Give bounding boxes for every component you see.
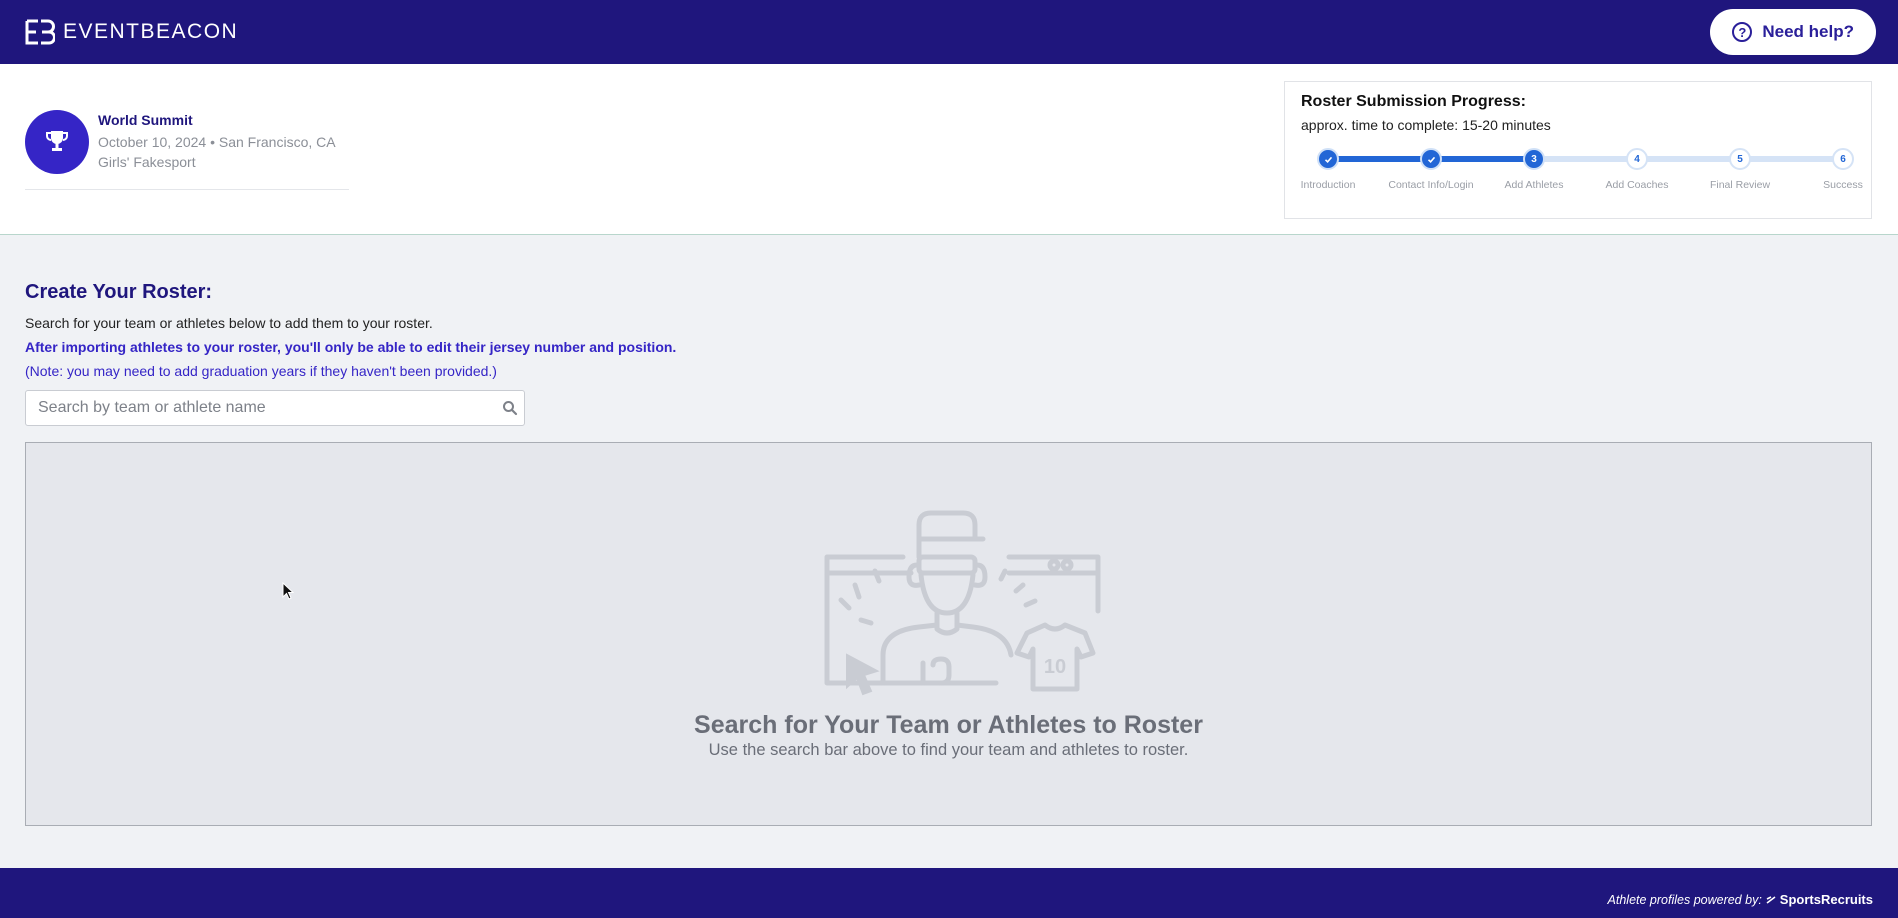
eventbeacon-logo-icon: [25, 19, 55, 45]
trophy-icon: [25, 110, 89, 174]
need-help-button[interactable]: ? Need help?: [1710, 9, 1876, 55]
progress-step-1: [1317, 148, 1339, 170]
search-input[interactable]: [26, 391, 524, 425]
roster-note: (Note: you may need to add graduation ye…: [25, 363, 497, 379]
partner-brand[interactable]: SportsRecruits: [1780, 892, 1873, 907]
progress-step-4: 4: [1626, 148, 1648, 170]
progress-step-5: 5: [1729, 148, 1751, 170]
search-box: [25, 390, 525, 426]
checkmark-icon: [1427, 156, 1435, 163]
event-name: World Summit: [98, 112, 193, 128]
progress-step-3: 3: [1523, 148, 1545, 170]
brand-logo[interactable]: EVENTBEACON: [25, 19, 238, 45]
progress-step-label: Add Athletes: [1504, 179, 1564, 191]
progress-step-2: [1420, 148, 1442, 170]
event-date-location: October 10, 2024 • San Francisco, CA: [98, 134, 336, 150]
event-info: World Summit October 10, 2024 • San Fran…: [25, 110, 349, 190]
progress-step-label: Success: [1823, 179, 1863, 191]
progress-title: Roster Submission Progress:: [1301, 93, 1526, 110]
page-title: Create Your Roster:: [25, 281, 213, 303]
search-icon[interactable]: [502, 400, 518, 416]
powered-by: Athlete profiles powered by: SportsRecru…: [1608, 892, 1873, 907]
brand-name: EVENTBEACON: [63, 20, 239, 43]
progress-step-label: Contact Info/Login: [1388, 179, 1474, 191]
need-help-label: Need help?: [1762, 22, 1854, 41]
progress-step-label: Final Review: [1709, 179, 1771, 191]
progress-subtitle: approx. time to complete: 15-20 minutes: [1301, 117, 1551, 133]
event-header: World Summit October 10, 2024 • San Fran…: [0, 64, 1898, 235]
jersey-number: 10: [1044, 656, 1066, 678]
progress-step-label: Introduction: [1300, 179, 1356, 191]
empty-state-subtitle: Use the search bar above to find your te…: [708, 741, 1189, 759]
cursor-icon: [282, 582, 295, 600]
roster-description: Search for your team or athletes below t…: [25, 315, 433, 331]
progress-step-label: Add Coaches: [1605, 179, 1669, 191]
powered-by-label: Athlete profiles powered by:: [1607, 892, 1762, 907]
help-icon: ?: [1732, 22, 1753, 42]
progress-step-6: 6: [1832, 148, 1854, 170]
roster-import-warning: After importing athletes to your roster,…: [25, 339, 677, 355]
empty-state-panel: 10 Search for Your Team or Athletes to R…: [25, 442, 1872, 826]
empty-state-title: Search for Your Team or Athletes to Rost…: [694, 711, 1203, 739]
roster-progress-card: Roster Submission Progress: approx. time…: [1284, 81, 1872, 219]
footer: Athlete profiles powered by: SportsRecru…: [0, 868, 1898, 918]
top-navbar: EVENTBEACON ? Need help?: [0, 0, 1898, 64]
checkmark-icon: [1324, 156, 1332, 163]
athlete-search-illustration: 10: [824, 510, 1101, 696]
event-sport: Girls' Fakesport: [98, 154, 196, 170]
sportsrecruits-logo-icon: [1766, 895, 1776, 904]
